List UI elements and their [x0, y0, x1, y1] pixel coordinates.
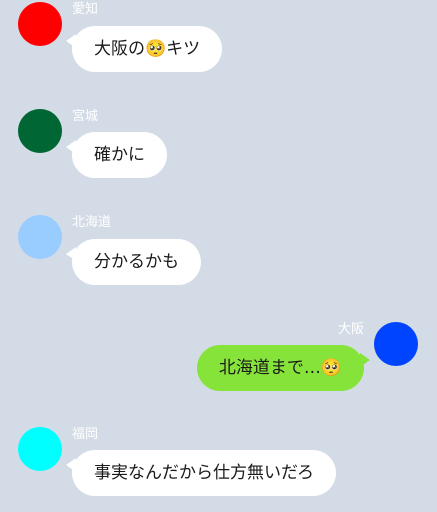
- message-bubble[interactable]: 事実なんだから仕方無いだろ: [66, 450, 336, 496]
- message-bubble[interactable]: 北海道まで…🥺: [196, 345, 371, 391]
- sender-name: 宮城: [72, 109, 99, 124]
- avatar[interactable]: [18, 2, 62, 46]
- avatar[interactable]: [18, 109, 62, 153]
- message-bubble[interactable]: 分かるかも: [66, 239, 201, 285]
- sender-name: 大阪: [337, 322, 364, 337]
- sender-name: 福岡: [72, 427, 99, 442]
- chat-window: 愛知 大阪の🥺キツ 宮城 確かに 北海道 分かるかも 大阪 北海道まで…🥺 福岡…: [0, 0, 437, 512]
- message-bubble[interactable]: 確かに: [66, 132, 167, 178]
- sender-name: 愛知: [72, 2, 99, 17]
- avatar[interactable]: [18, 427, 62, 471]
- avatar[interactable]: [18, 215, 62, 259]
- sender-name: 北海道: [72, 215, 112, 230]
- message-bubble[interactable]: 大阪の🥺キツ: [65, 26, 223, 72]
- avatar[interactable]: [374, 322, 418, 366]
